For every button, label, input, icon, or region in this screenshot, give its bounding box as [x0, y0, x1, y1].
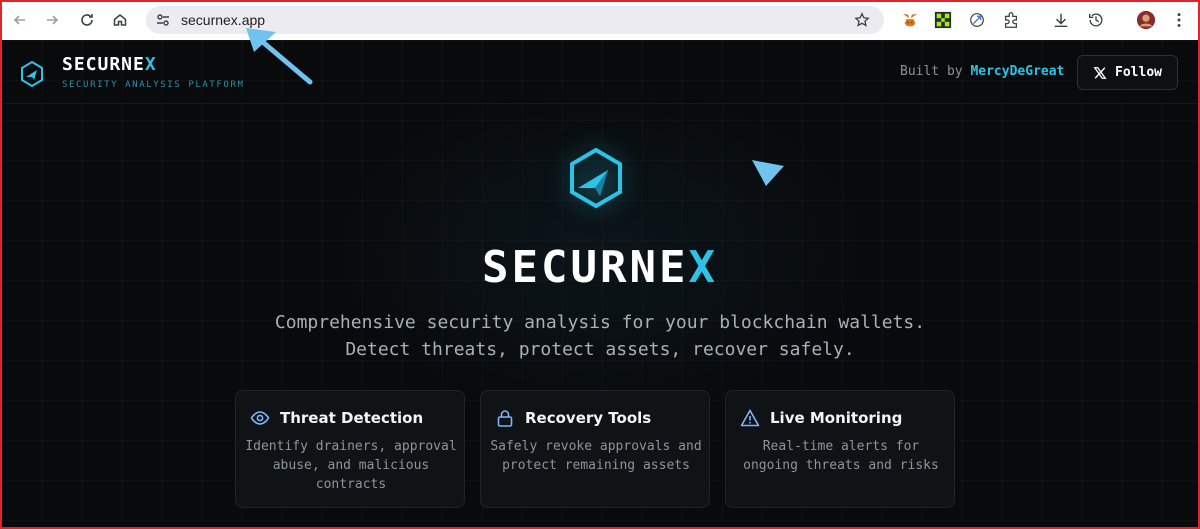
- feature-description: Safely revoke approvals and protect rema…: [490, 439, 702, 473]
- profile-avatar[interactable]: [1135, 9, 1157, 31]
- securnex-logo-icon[interactable]: [18, 60, 46, 88]
- browser-menu-icon[interactable]: [1168, 9, 1190, 31]
- decorative-pointer-icon: [752, 160, 784, 186]
- securnex-app: SECURNEX SECURITY ANALYSIS PLATFORM Buil…: [2, 40, 1198, 527]
- hero-shield-logo-icon: [570, 147, 622, 209]
- metamask-fox-icon[interactable]: [899, 9, 921, 31]
- site-settings-icon[interactable]: [155, 12, 171, 28]
- hero-title: SECURNEX: [482, 242, 718, 293]
- feature-card-recovery-tools: Recovery Tools Safely revoke approvals a…: [480, 390, 710, 508]
- feature-title: Live Monitoring: [770, 409, 903, 427]
- built-by-credit: Built by MercyDeGreat: [900, 64, 1065, 79]
- brand-tagline: SECURITY ANALYSIS PLATFORM: [62, 80, 245, 90]
- feature-card-threat-detection: Threat Detection Identify drainers, appr…: [235, 390, 465, 508]
- annotation-arrow-icon: [246, 28, 313, 85]
- author-link[interactable]: MercyDeGreat: [970, 64, 1064, 79]
- hero-subtitle: Comprehensive security analysis for your…: [274, 312, 926, 360]
- feature-title: Threat Detection: [280, 409, 424, 427]
- feature-card-live-monitoring: Live Monitoring Real-time alerts for ong…: [725, 390, 955, 508]
- feature-description: Identify drainers, approval abuse, and m…: [245, 439, 457, 492]
- home-button[interactable]: [108, 8, 132, 32]
- bookmark-star-icon[interactable]: [854, 12, 870, 28]
- back-arrow-icon: [13, 15, 25, 25]
- screenshot-frame: securnex.app SECURNEX SECURITY ANALYSIS …: [0, 0, 1200, 529]
- forward-button[interactable]: [40, 8, 64, 32]
- follow-button[interactable]: Follow: [1077, 55, 1178, 90]
- x-logo-icon: [1093, 66, 1107, 79]
- browser-toolbar: securnex.app: [2, 2, 1198, 40]
- feature-description: Real-time alerts for ongoing threats and…: [743, 439, 939, 473]
- reload-icon: [81, 14, 93, 26]
- reload-button[interactable]: [75, 8, 99, 32]
- lock-icon: [497, 410, 513, 427]
- eye-icon: [250, 411, 270, 425]
- download-icon[interactable]: [1050, 9, 1072, 31]
- back-button[interactable]: [8, 8, 32, 32]
- history-icon[interactable]: [1085, 9, 1107, 31]
- home-icon: [113, 14, 127, 26]
- green-pixel-extension-icon[interactable]: [932, 9, 954, 31]
- follow-label: Follow: [1115, 65, 1162, 80]
- feature-title: Recovery Tools: [525, 409, 652, 427]
- forward-arrow-icon: [47, 15, 59, 25]
- warning-triangle-icon: [740, 409, 760, 427]
- extensions-puzzle-icon[interactable]: [1000, 9, 1022, 31]
- rocket-extension-icon[interactable]: [966, 9, 988, 31]
- brand-name: SECURNEX: [62, 54, 157, 75]
- app-header: SECURNEX SECURITY ANALYSIS PLATFORM Buil…: [2, 40, 1198, 104]
